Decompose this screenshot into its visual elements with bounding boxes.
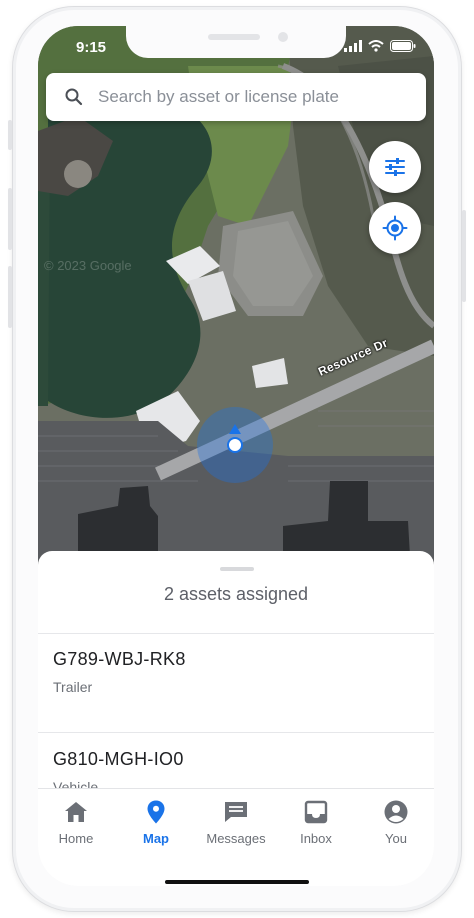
tab-home[interactable]: Home (38, 799, 114, 851)
filter-button[interactable] (369, 141, 421, 193)
search-input[interactable] (96, 86, 420, 108)
signal-icon (344, 40, 362, 52)
tab-label: Inbox (300, 831, 332, 846)
my-location-icon (382, 215, 408, 241)
search-icon (65, 88, 83, 106)
locate-me-button[interactable] (369, 202, 421, 254)
phone-notch (126, 26, 346, 58)
battery-icon (390, 40, 416, 52)
app-screen: © 2023 Google Resource Dr 9:15 Search by… (38, 26, 434, 886)
tab-you[interactable]: You (358, 799, 434, 851)
account-icon (384, 800, 408, 824)
phone-power-button (462, 210, 466, 302)
tab-label: You (385, 831, 407, 846)
tab-label: Messages (206, 831, 266, 846)
search-bar[interactable] (46, 73, 426, 121)
bottom-tab-bar: Home Map Messages Inbox You (38, 788, 434, 886)
assets-count: 2 assets assigned (163, 584, 309, 604)
asset-list-item[interactable]: G789-WBJ-RK8 Trailer (38, 633, 434, 713)
wifi-icon (368, 40, 384, 52)
inbox-icon (304, 800, 328, 824)
status-icons (344, 40, 416, 52)
asset-plate: G810-MGH-IO0 (53, 749, 184, 769)
notch-speaker (208, 34, 260, 40)
map-pin-icon (147, 800, 165, 824)
sheet-drag-handle[interactable] (220, 567, 254, 571)
home-indicator (165, 880, 309, 884)
tab-label: Map (143, 831, 169, 846)
home-icon (65, 802, 87, 822)
map-watermark: © 2023 Google (44, 258, 132, 273)
tab-inbox[interactable]: Inbox (278, 799, 354, 851)
message-icon (225, 802, 247, 822)
phone-volume-down (8, 266, 12, 328)
tab-messages[interactable]: Messages (198, 799, 274, 851)
phone-silent-switch (8, 120, 12, 150)
asset-type: Trailer (53, 679, 93, 695)
tab-label: Home (58, 831, 94, 846)
assets-sheet[interactable]: 2 assets assigned G789-WBJ-RK8 Trailer G… (38, 551, 434, 813)
asset-plate: G789-WBJ-RK8 (53, 649, 186, 669)
notch-camera (278, 32, 288, 42)
tune-icon (385, 158, 405, 176)
status-time: 9:15 (76, 39, 107, 56)
phone-volume-up (8, 188, 12, 250)
tab-map[interactable]: Map (118, 799, 194, 851)
